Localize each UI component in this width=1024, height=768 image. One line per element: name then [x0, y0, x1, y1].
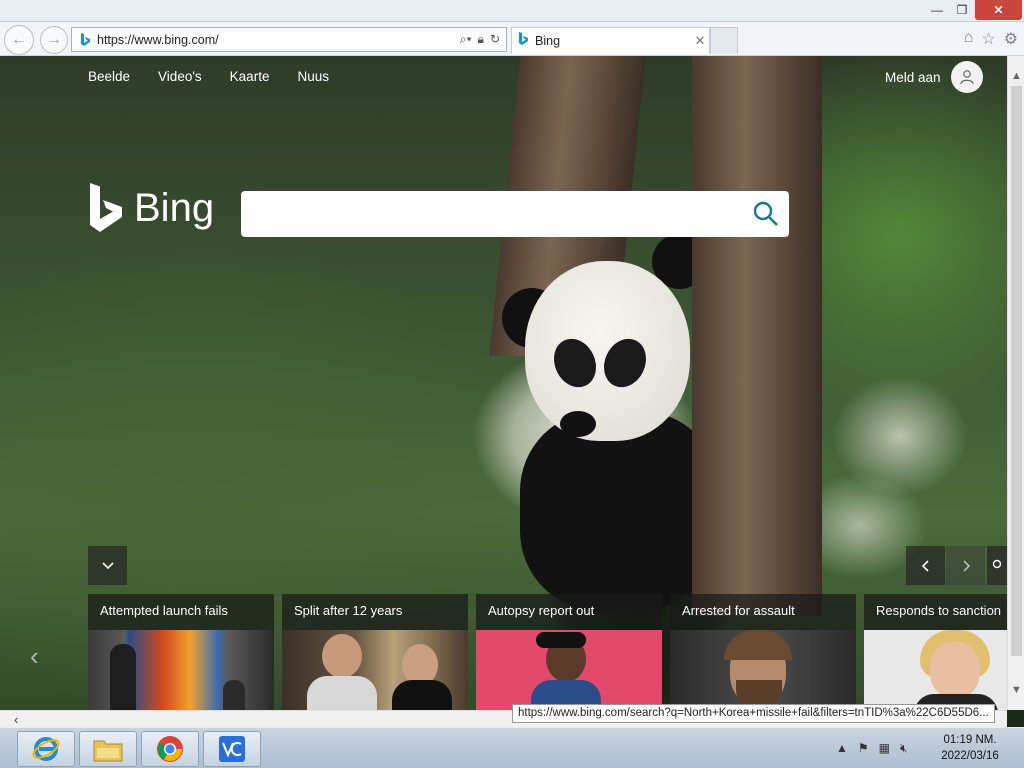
news-headline[interactable]: Arrested for assault: [670, 594, 856, 630]
bing-logo-text: Bing: [134, 185, 215, 230]
search-dropdown-icon[interactable]: ⌕▾: [460, 32, 472, 47]
refresh-icon[interactable]: ↻: [490, 32, 500, 47]
taskbar-app[interactable]: [203, 731, 261, 767]
news-headline[interactable]: Split after 12 years: [282, 594, 468, 630]
news-card[interactable]: Autopsy report out: [476, 594, 662, 710]
sign-in[interactable]: Meld aan: [885, 61, 983, 93]
tab-close-icon[interactable]: ✕: [691, 33, 709, 49]
nav-link-maps[interactable]: Kaarte: [230, 69, 270, 84]
search-icon[interactable]: [753, 201, 779, 232]
bing-logo-icon: [90, 183, 122, 232]
minimize-button[interactable]: —: [924, 0, 950, 20]
expand-feed-button[interactable]: [88, 546, 127, 585]
bing-homepage: Beelde Video's Kaarte Nuus Meld aan Bing…: [0, 56, 1007, 710]
navigation-bar: ← → https://www.bing.com/ ⌕▾ 🔒︎ ↻ Bing ✕…: [0, 22, 1024, 56]
news-scroll-left-icon[interactable]: ‹: [30, 641, 39, 672]
news-thumbnail[interactable]: [88, 630, 274, 710]
network-icon[interactable]: ▦: [879, 741, 890, 756]
title-bar: — ❐ ✕: [0, 0, 1024, 22]
vertical-scroll-thumb[interactable]: [1011, 86, 1022, 656]
close-button[interactable]: ✕: [975, 0, 1022, 20]
action-center-flag-icon[interactable]: ⚑: [858, 741, 869, 756]
scroll-left-icon[interactable]: ‹: [14, 712, 18, 727]
panda-nose: [560, 411, 596, 437]
address-url[interactable]: https://www.bing.com/: [97, 33, 460, 47]
bing-top-nav: Beelde Video's Kaarte Nuus: [88, 69, 357, 84]
news-thumbnail[interactable]: [282, 630, 468, 710]
bing-tab-icon: [518, 31, 529, 51]
status-bar-url: https://www.bing.com/search?q=North+Kore…: [512, 704, 995, 723]
maximize-button[interactable]: ❐: [949, 0, 975, 20]
taskbar: ▲ ⚑ ▦ 🔇︎ 01:19 NM. 2022/03/16: [0, 727, 1024, 768]
chevron-left-icon: [921, 559, 929, 572]
news-thumbnail[interactable]: [864, 630, 1007, 710]
sign-in-label[interactable]: Meld aan: [885, 70, 941, 85]
app-icon: [219, 736, 245, 762]
bing-favicon-icon: [78, 32, 92, 47]
address-bar[interactable]: https://www.bing.com/ ⌕▾ 🔒︎ ↻: [71, 27, 507, 52]
scroll-up-icon[interactable]: ▲: [1011, 70, 1022, 82]
chrome-icon: [157, 736, 183, 762]
folder-icon: [93, 740, 123, 762]
favorites-star-icon[interactable]: ☆: [981, 29, 995, 49]
next-image-button[interactable]: [946, 546, 985, 585]
nav-link-news[interactable]: Nuus: [297, 69, 329, 84]
chevron-right-icon: [962, 559, 970, 572]
user-avatar-icon[interactable]: [950, 61, 983, 93]
news-card[interactable]: Attempted launch fails: [88, 594, 274, 710]
settings-gear-icon[interactable]: ⚙: [1004, 29, 1018, 49]
news-card[interactable]: Responds to sanction: [864, 594, 1007, 710]
taskbar-internet-explorer[interactable]: [17, 731, 75, 767]
home-icon[interactable]: ⌂: [964, 29, 974, 49]
clock-time: 01:19 NM.: [943, 734, 997, 746]
chevron-down-icon: [101, 561, 114, 569]
nav-link-videos[interactable]: Video's: [158, 69, 202, 84]
news-headline[interactable]: Responds to sanction: [864, 594, 1007, 630]
news-headline[interactable]: Autopsy report out: [476, 594, 662, 630]
tray-expand-icon[interactable]: ▲: [836, 741, 848, 756]
system-tray: ▲ ⚑ ▦ 🔇︎: [836, 741, 908, 756]
location-pin-icon: [992, 559, 1002, 568]
tab-label: Bing: [535, 34, 561, 48]
volume-muted-icon[interactable]: 🔇︎: [900, 741, 908, 756]
nav-link-images[interactable]: Beelde: [88, 69, 130, 84]
forward-button[interactable]: →: [40, 26, 68, 54]
bing-logo: Bing: [88, 183, 214, 233]
taskbar-file-explorer[interactable]: [79, 731, 137, 767]
back-button[interactable]: ←: [4, 25, 34, 55]
internet-explorer-icon: [32, 737, 60, 761]
tab-bing[interactable]: Bing ✕: [511, 27, 710, 54]
background-tree-trunk: [692, 56, 822, 616]
search-input[interactable]: [241, 191, 789, 237]
news-carousel: Attempted launch fails Split after 12 ye…: [88, 594, 1007, 710]
news-headline[interactable]: Attempted launch fails: [88, 594, 274, 630]
news-card[interactable]: Split after 12 years: [282, 594, 468, 710]
panda-body: [520, 411, 720, 611]
image-location-button[interactable]: [987, 546, 1007, 585]
new-tab-button[interactable]: [710, 27, 738, 54]
clock-date: 2022/03/16: [941, 750, 999, 762]
scroll-down-icon[interactable]: ▼: [1011, 684, 1022, 696]
vertical-scrollbar[interactable]: ▲ ▼: [1007, 56, 1024, 710]
news-thumbnail[interactable]: [476, 630, 662, 710]
taskbar-clock[interactable]: 01:19 NM. 2022/03/16: [930, 732, 1010, 764]
news-card[interactable]: Arrested for assault: [670, 594, 856, 710]
lock-icon[interactable]: 🔒︎: [478, 32, 484, 47]
previous-image-button[interactable]: [906, 546, 945, 585]
taskbar-chrome[interactable]: [141, 731, 199, 767]
news-thumbnail[interactable]: [670, 630, 856, 710]
